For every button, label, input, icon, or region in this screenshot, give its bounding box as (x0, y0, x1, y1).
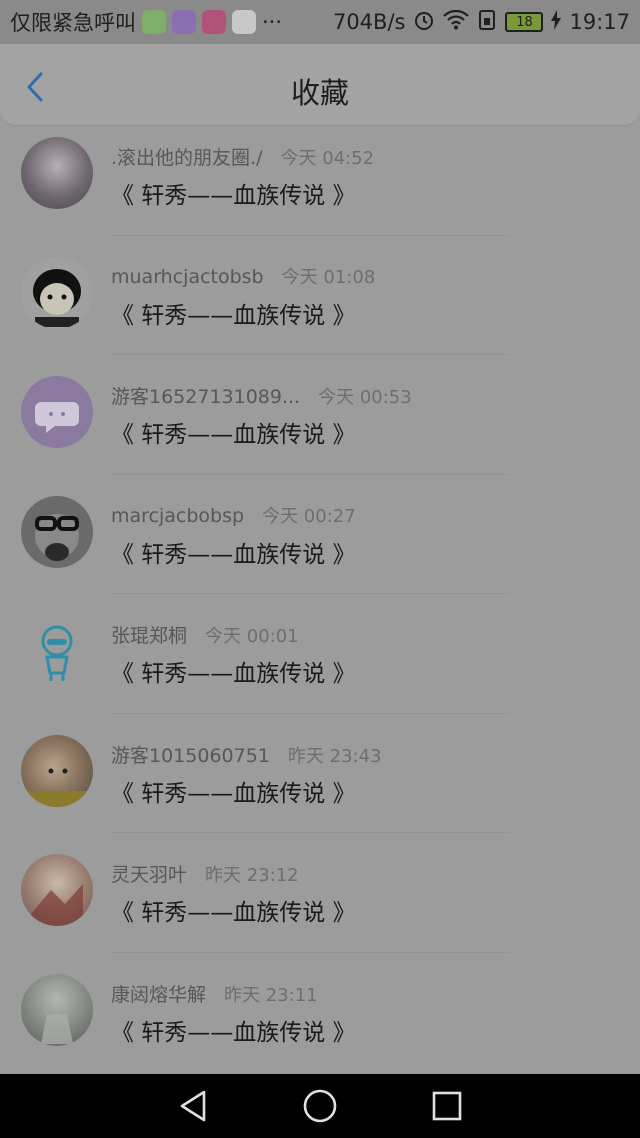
user-name[interactable]: marcjacbobsp (111, 505, 244, 527)
divider (111, 354, 510, 355)
divider (111, 593, 510, 594)
divider (111, 712, 510, 714)
timestamp: 今天 04:52 (280, 148, 375, 169)
favorite-title[interactable]: 《 轩秀——血族传说 》 (111, 893, 356, 927)
nav-recents-button[interactable] (425, 1084, 469, 1128)
charging-icon (551, 9, 562, 35)
list-item[interactable]: .滚出他的朋友圈./ 今天 04:52 《 轩秀——血族传说 》 (0, 126, 640, 246)
avatar[interactable] (21, 376, 93, 448)
status-bar: 仅限紧急呼叫 ··· 704B/s 18 19:17 (0, 0, 640, 44)
list-item[interactable]: 游客16527131089... 今天 00:53 《 轩秀——血族传说 》 (0, 365, 640, 485)
clock: 19:17 (569, 10, 630, 34)
timestamp: 昨天 23:11 (224, 984, 318, 1006)
favorites-list: .滚出他的朋友圈./ 今天 04:52 《 轩秀——血族传说 》 muarhcja… (0, 126, 640, 1082)
battery-level: 18 (516, 14, 533, 30)
avatar[interactable] (21, 495, 93, 568)
timestamp: 今天 00:27 (262, 505, 356, 527)
triangle-back-icon (181, 1090, 206, 1122)
carrier-text: 仅限紧急呼叫 (10, 11, 136, 35)
favorite-title[interactable]: 《 轩秀——血族传说 》 (111, 654, 356, 688)
header: 收藏 (0, 44, 640, 126)
avatar[interactable] (21, 734, 93, 807)
list-item[interactable]: marcjacbobsp 今天 00:27 《 轩秀——血族传说 》 (0, 485, 640, 605)
favorite-title[interactable]: 《 轩秀——血族传说 》 (111, 774, 356, 808)
avatar[interactable] (21, 854, 93, 926)
alarm-icon (413, 9, 435, 36)
avatar[interactable] (21, 973, 93, 1046)
user-name[interactable]: 游客16527131089... (111, 386, 300, 408)
favorite-title[interactable]: 《 轩秀——血族传说 》 (111, 535, 356, 569)
list-item[interactable]: muarhcjactobsb 今天 01:08 《 轩秀——血族传说 》 (0, 246, 640, 366)
wifi-icon (443, 9, 470, 35)
system-nav-bar (0, 1074, 640, 1138)
avatar[interactable] (21, 137, 93, 209)
list-item[interactable]: 张琨郑桐 今天 00:01 《 轩秀——血族传说 》 (0, 604, 640, 724)
check-notification-icon (232, 10, 256, 34)
user-name[interactable]: .滚出他的朋友圈./ (111, 147, 262, 169)
page-title: 收藏 (290, 76, 349, 110)
timestamp: 今天 01:08 (281, 266, 376, 288)
nav-home-button[interactable] (298, 1084, 342, 1128)
divider (111, 832, 510, 833)
divider (111, 951, 510, 953)
user-name[interactable]: 康闼熔华解 (111, 984, 206, 1006)
divider (111, 473, 510, 475)
user-name[interactable]: 张琨郑桐 (111, 625, 187, 647)
user-name[interactable]: 游客1015060751 (111, 745, 270, 767)
list-item[interactable]: 灵天羽叶 昨天 23:12 《 轩秀——血族传说 》 (0, 843, 640, 963)
avatar[interactable] (21, 256, 93, 329)
divider (111, 234, 510, 236)
list-item[interactable]: 游客1015060751 昨天 23:43 《 轩秀——血族传说 》 (0, 724, 640, 844)
square-recents-icon (432, 1091, 461, 1121)
user-name[interactable]: muarhcjactobsb (111, 266, 264, 288)
circle-home-icon (303, 1089, 337, 1123)
app-notification-icon (142, 10, 166, 34)
favorite-title[interactable]: 《 轩秀——血族传说 》 (111, 176, 356, 210)
gallery-notification-icon (172, 10, 196, 34)
timestamp: 今天 00:01 (205, 626, 299, 647)
timestamp: 今天 00:53 (318, 387, 412, 408)
favorite-title[interactable]: 《 轩秀——血族传说 》 (111, 296, 356, 330)
sim-icon (477, 9, 497, 36)
list-item[interactable]: 康闼熔华解 昨天 23:11 《 轩秀——血族传说 》 (0, 963, 640, 1083)
user-name[interactable]: 灵天羽叶 (111, 864, 187, 886)
nav-back-button[interactable] (171, 1084, 215, 1128)
more-notifications-icon: ··· (262, 10, 283, 34)
net-speed: 704B/s (332, 10, 406, 34)
battery-icon: 18 (505, 12, 544, 32)
avatar[interactable] (21, 615, 93, 687)
favorite-title[interactable]: 《 轩秀——血族传说 》 (111, 1013, 356, 1047)
favorite-title[interactable]: 《 轩秀——血族传说 》 (111, 415, 356, 449)
bilibili-notification-icon (202, 10, 226, 34)
timestamp: 昨天 23:43 (287, 745, 382, 767)
timestamp: 昨天 23:12 (205, 865, 299, 886)
